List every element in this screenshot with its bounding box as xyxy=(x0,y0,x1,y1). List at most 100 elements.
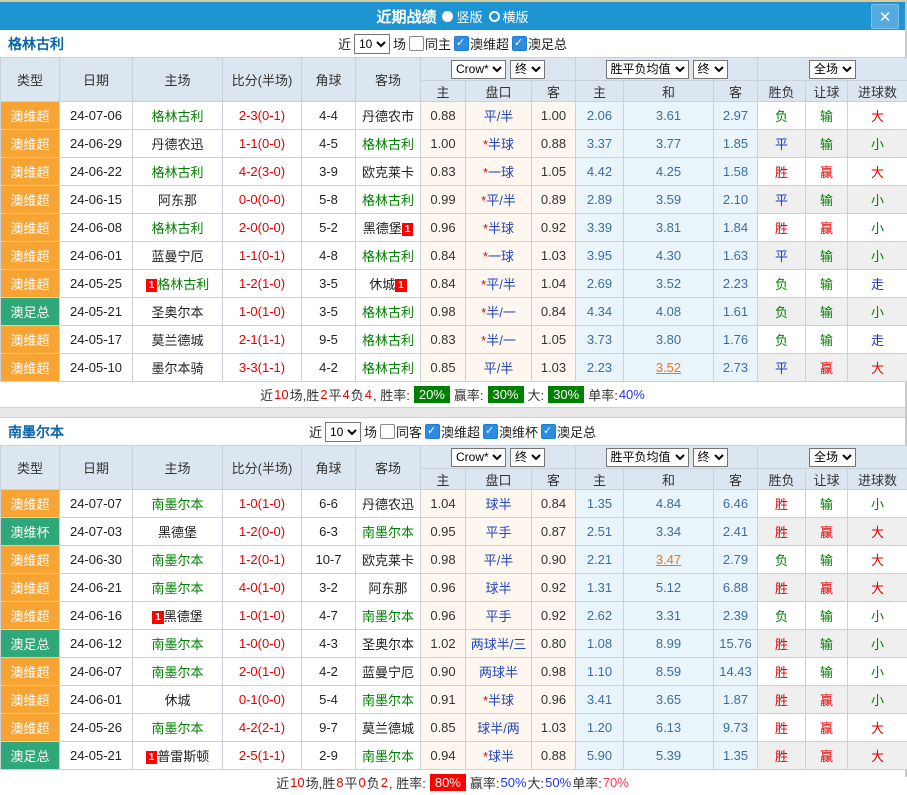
summary-part: 近 xyxy=(260,385,273,404)
goals-result: 大 xyxy=(871,525,884,540)
final-odds-select[interactable]: 终 xyxy=(510,60,545,79)
league-checkbox[interactable] xyxy=(425,424,440,439)
home-team-name: 格林古利 xyxy=(151,165,203,180)
full-match-select[interactable]: 全场 xyxy=(809,448,856,467)
column-header-h: 主 xyxy=(421,81,466,102)
corner-cell: 10-7 xyxy=(302,546,356,574)
date-text: 24-06-21 xyxy=(70,580,122,595)
home-team-cell: 南墨尔本 xyxy=(133,714,223,742)
home-team-name: 休城 xyxy=(164,693,190,708)
league-badge: 澳维超 xyxy=(1,686,60,714)
away-odds: 0.88 xyxy=(541,136,566,151)
date-text: 24-06-01 xyxy=(70,248,122,263)
layout-vertical-label: 竖版 xyxy=(456,7,482,26)
league-badge: 澳维超 xyxy=(1,270,60,298)
avg-draw-odds: 5.12 xyxy=(656,580,681,595)
avg-home-odds: 2.89 xyxy=(587,192,612,207)
date-text: 24-06-12 xyxy=(70,636,122,651)
radio-selected-icon[interactable] xyxy=(442,11,453,22)
column-header-avg_d: 和 xyxy=(624,469,714,490)
match-row: 澳维超24-05-17莫兰德城2-1(1-1)9-5格林古利0.83*半/一1.… xyxy=(1,326,907,354)
same-venue-filter[interactable]: 同客 xyxy=(380,422,422,441)
league-checkbox[interactable] xyxy=(483,424,498,439)
close-button[interactable]: ✕ xyxy=(871,4,899,29)
corner-cell: 4-5 xyxy=(302,130,356,158)
away-team-cell: 格林古利 xyxy=(356,326,421,354)
bookmaker-select[interactable]: Crow* xyxy=(451,448,506,467)
away-odds: 0.80 xyxy=(541,636,566,651)
league-name: 澳维超 xyxy=(10,137,49,152)
away-odds: 1.00 xyxy=(541,108,566,123)
home-odds: 1.02 xyxy=(430,636,455,651)
league-name: 澳维超 xyxy=(10,221,49,236)
match-row: 澳维超24-06-15阿东那0-0(0-0)5-8格林古利0.99*平/半0.8… xyxy=(1,186,907,214)
final-odds-select[interactable]: 终 xyxy=(510,448,545,467)
league-badge: 澳维超 xyxy=(1,130,60,158)
summary-part: 负 xyxy=(351,385,364,404)
corner-cell: 9-7 xyxy=(302,714,356,742)
league-name: 澳维超 xyxy=(10,497,49,512)
handicap-text: 平/半 xyxy=(486,277,516,292)
fulltime-score: 2-3 xyxy=(239,108,258,123)
avg-away-cell: 1.84 xyxy=(714,214,758,242)
avg-away-cell: 1.61 xyxy=(714,298,758,326)
handicap-cell: 平手 xyxy=(466,518,532,546)
corner-score: 4-7 xyxy=(319,608,338,623)
matches-table: 类型日期主场比分(半场)角球客场Crow*终胜平负均值终全场主盘口客主和客胜负让… xyxy=(0,445,907,770)
away-team-cell: 丹德农市 xyxy=(356,102,421,130)
avg-draw-odds: 3.34 xyxy=(656,524,681,539)
league-checkbox[interactable] xyxy=(512,36,527,51)
layout-option-vertical[interactable]: 竖版 xyxy=(442,7,482,26)
avg-final-select[interactable]: 终 xyxy=(693,448,728,467)
match-row: 澳足总24-05-211普雷斯顿2-5(1-1)2-9南墨尔本0.94*球半0.… xyxy=(1,742,907,770)
avg-home-odds: 2.69 xyxy=(587,276,612,291)
avg-home-cell: 2.89 xyxy=(576,186,624,214)
league-badge: 澳维超 xyxy=(1,602,60,630)
handicap-result-cell: 赢 xyxy=(806,354,848,382)
same-venue-checkbox[interactable] xyxy=(409,36,424,51)
away-odds: 0.84 xyxy=(541,496,566,511)
league-filter-澳足总[interactable]: 澳足总 xyxy=(512,34,567,53)
avg-away-odds: 1.85 xyxy=(723,136,748,151)
date-text: 24-06-16 xyxy=(70,608,122,623)
league-filter-澳维杯[interactable]: 澳维杯 xyxy=(483,422,538,441)
handicap-result: 赢 xyxy=(820,221,833,236)
layout-option-horizontal[interactable]: 横版 xyxy=(489,7,529,26)
league-checkbox[interactable] xyxy=(454,36,469,51)
avg-draw-link[interactable]: 3.52 xyxy=(656,360,681,375)
avg-odds-select[interactable]: 胜平负均值 xyxy=(606,448,689,467)
same-venue-checkbox[interactable] xyxy=(380,424,395,439)
away-team-name: 南墨尔本 xyxy=(362,749,414,764)
score-cell: 2-1(1-1) xyxy=(223,326,302,354)
corner-cell: 4-2 xyxy=(302,354,356,382)
same-venue-filter[interactable]: 同主 xyxy=(409,34,451,53)
avg-away-cell: 9.73 xyxy=(714,714,758,742)
match-date: 24-06-16 xyxy=(60,602,133,630)
avg-odds-select[interactable]: 胜平负均值 xyxy=(606,60,689,79)
recent-count-select[interactable]: 10 xyxy=(325,422,361,442)
halftime-score: (0-0) xyxy=(258,192,285,207)
avg-away-odds: 1.76 xyxy=(723,332,748,347)
away-odds-cell: 1.03 xyxy=(532,242,576,270)
halftime-score: (0-0) xyxy=(258,136,285,151)
avg-home-odds: 1.20 xyxy=(587,720,612,735)
league-filter-澳足总[interactable]: 澳足总 xyxy=(541,422,596,441)
home-odds-cell: 0.91 xyxy=(421,686,466,714)
league-checkbox[interactable] xyxy=(541,424,556,439)
recent-count-select[interactable]: 10 xyxy=(354,34,390,54)
match-date: 24-06-30 xyxy=(60,546,133,574)
league-filter-澳维超[interactable]: 澳维超 xyxy=(425,422,480,441)
fulltime-score: 4-2 xyxy=(239,164,258,179)
avg-final-select[interactable]: 终 xyxy=(693,60,728,79)
full-match-select[interactable]: 全场 xyxy=(809,60,856,79)
home-odds-cell: 0.88 xyxy=(421,102,466,130)
bookmaker-select[interactable]: Crow* xyxy=(451,60,506,79)
avg-draw-link[interactable]: 3.47 xyxy=(656,552,681,567)
home-team-cell: 阿东那 xyxy=(133,186,223,214)
corner-cell: 6-6 xyxy=(302,490,356,518)
league-badge: 澳维超 xyxy=(1,658,60,686)
radio-unselected-icon[interactable] xyxy=(489,11,500,22)
league-filter-澳维超[interactable]: 澳维超 xyxy=(454,34,509,53)
avg-away-odds: 1.61 xyxy=(723,304,748,319)
result-cell: 平 xyxy=(758,130,806,158)
